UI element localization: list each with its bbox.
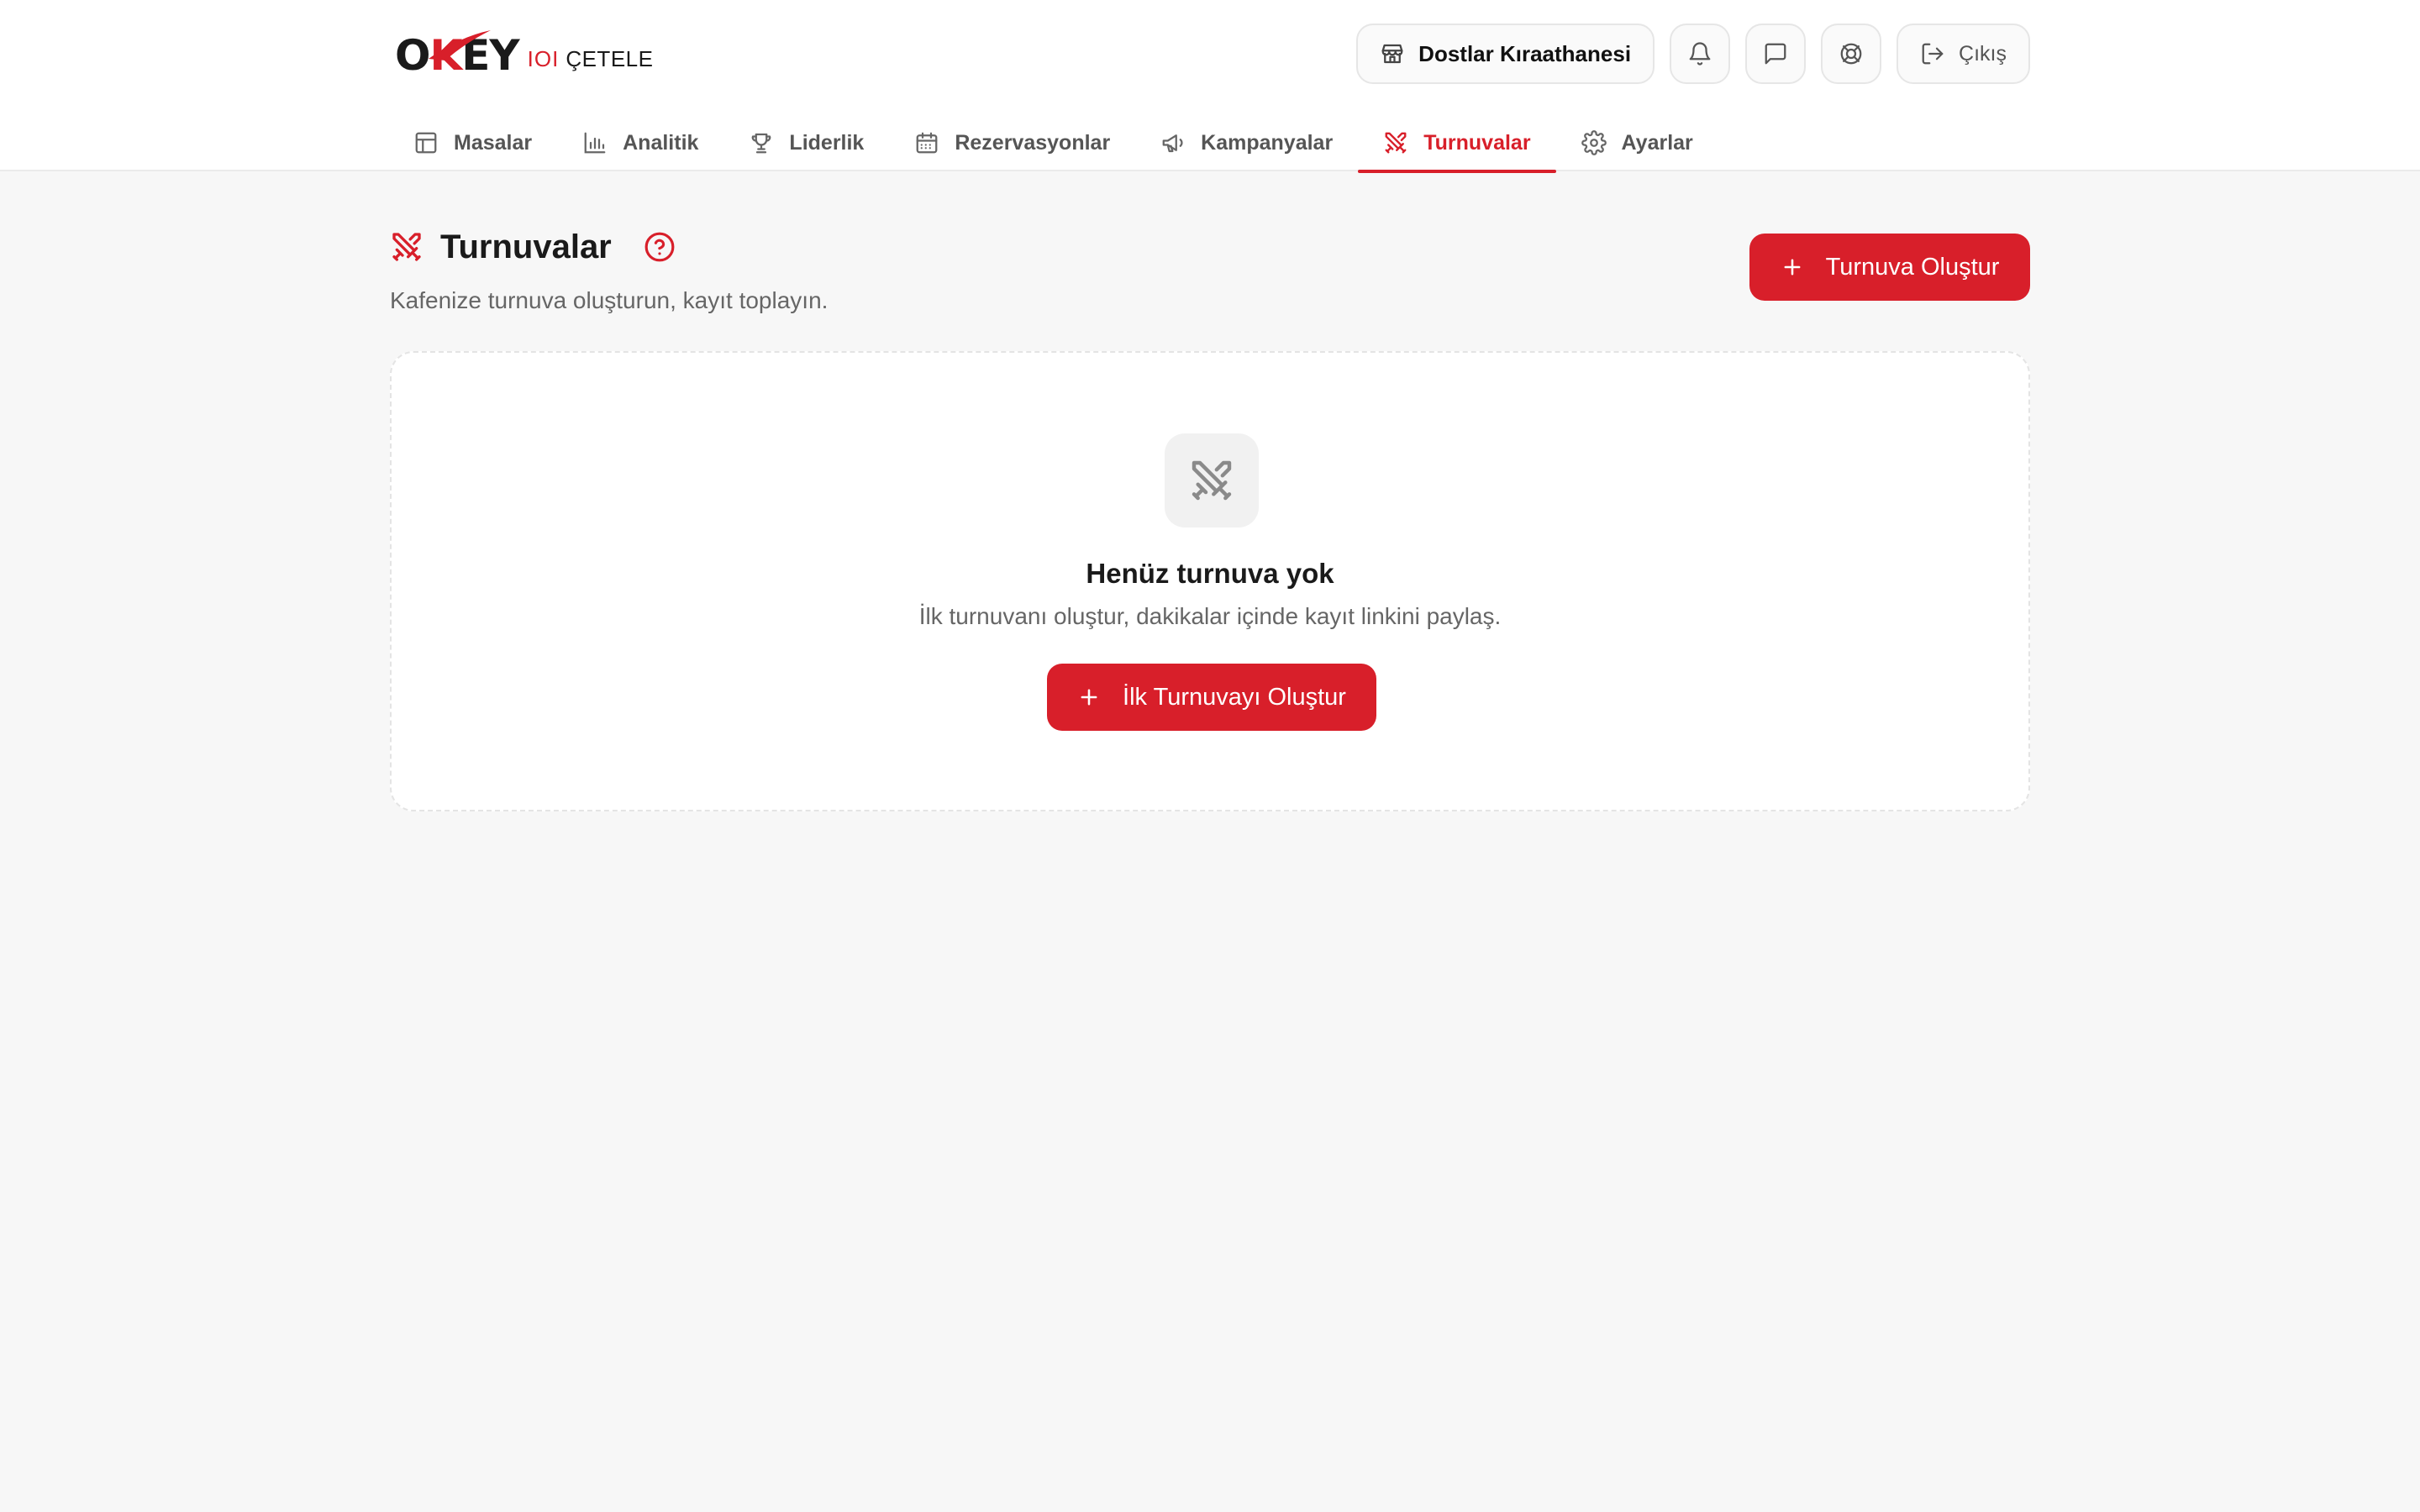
create-first-tournament-label: İlk Turnuvayı Oluştur: [1123, 683, 1346, 711]
megaphone-icon: [1162, 134, 1183, 153]
main-nav: Masalar Analitik Liderlik Rezervasyonlar…: [395, 114, 1718, 173]
support-button[interactable]: [1821, 24, 1882, 84]
swords-icon: [392, 233, 421, 261]
brand-logo[interactable]: OKEY IOIÇETELE: [395, 29, 653, 82]
venue-name: Dostlar Kıraathanesi: [1418, 40, 1632, 66]
create-tournament-button[interactable]: Turnuva Oluştur: [1749, 234, 2030, 301]
logo-subtitle: IOI ÇETELE: [528, 46, 654, 72]
store-icon: [1381, 44, 1403, 64]
page-header: Turnuvalar Kafenize turnuva oluşturun, k…: [390, 220, 2030, 321]
tab-label: Masalar: [454, 130, 533, 155]
tab-label: Liderlik: [789, 130, 865, 155]
logo-ioi: IOI: [527, 46, 560, 71]
logo-cetele: ÇETELE: [566, 46, 654, 71]
swords-icon: [1385, 132, 1407, 154]
empty-state-icon-box: [1165, 433, 1259, 528]
bar-chart-icon: [584, 132, 606, 154]
logo-wordmark: OKEY: [395, 29, 520, 82]
trophy-icon: [752, 133, 771, 154]
table-icon: [415, 132, 437, 154]
swords-icon: [1192, 460, 1232, 501]
messages-button[interactable]: [1745, 24, 1807, 84]
tab-label: Analitik: [623, 130, 699, 155]
empty-state-description: İlk turnuvanı oluştur, dakikalar içinde …: [918, 603, 1502, 629]
create-first-tournament-button[interactable]: İlk Turnuvayı Oluştur: [1047, 664, 1376, 731]
tab-turnuvalar[interactable]: Turnuvalar: [1358, 114, 1556, 173]
message-icon: [1765, 43, 1786, 65]
app-header: OKEY IOIÇETELE Dostlar Kıraathanesi: [0, 0, 2420, 173]
lifebuoy-icon: [1840, 43, 1862, 65]
logout-icon: [1922, 43, 1944, 65]
tab-rezervasyonlar[interactable]: Rezervasyonlar: [889, 114, 1135, 171]
tab-masalar[interactable]: Masalar: [395, 114, 557, 171]
top-actions: Dostlar Kıraathanesi Çıkış: [1356, 24, 2030, 84]
calendar-icon: [916, 132, 938, 154]
gear-icon: [1581, 130, 1607, 155]
page-title: Turnuvalar: [440, 228, 612, 265]
tab-kampanyalar[interactable]: Kampanyalar: [1135, 114, 1358, 171]
logout-button[interactable]: Çıkış: [1897, 24, 2030, 84]
tab-label: Kampanyalar: [1201, 130, 1334, 155]
notifications-button[interactable]: [1670, 24, 1731, 84]
empty-state-card: Henüz turnuva yok İlk turnuvanı oluştur,…: [390, 351, 2030, 811]
tab-label: Ayarlar: [1621, 130, 1693, 155]
venue-switcher-button[interactable]: Dostlar Kıraathanesi: [1356, 24, 1655, 84]
bell-icon: [1689, 42, 1711, 66]
plus-icon: [1784, 259, 1801, 276]
tab-ayarlar[interactable]: Ayarlar: [1556, 114, 1718, 171]
tab-liderlik[interactable]: Liderlik: [723, 114, 889, 171]
logo-swoosh-icon: [429, 30, 491, 60]
logout-label: Çıkış: [1959, 41, 2007, 66]
plus-icon: [1081, 689, 1097, 706]
tab-analitik[interactable]: Analitik: [557, 114, 723, 171]
help-icon[interactable]: [644, 231, 676, 263]
tab-label: Turnuvalar: [1423, 130, 1531, 155]
tab-label: Rezervasyonlar: [955, 130, 1111, 155]
empty-state-title: Henüz turnuva yok: [1086, 558, 1334, 589]
create-tournament-label: Turnuva Oluştur: [1825, 253, 2000, 281]
